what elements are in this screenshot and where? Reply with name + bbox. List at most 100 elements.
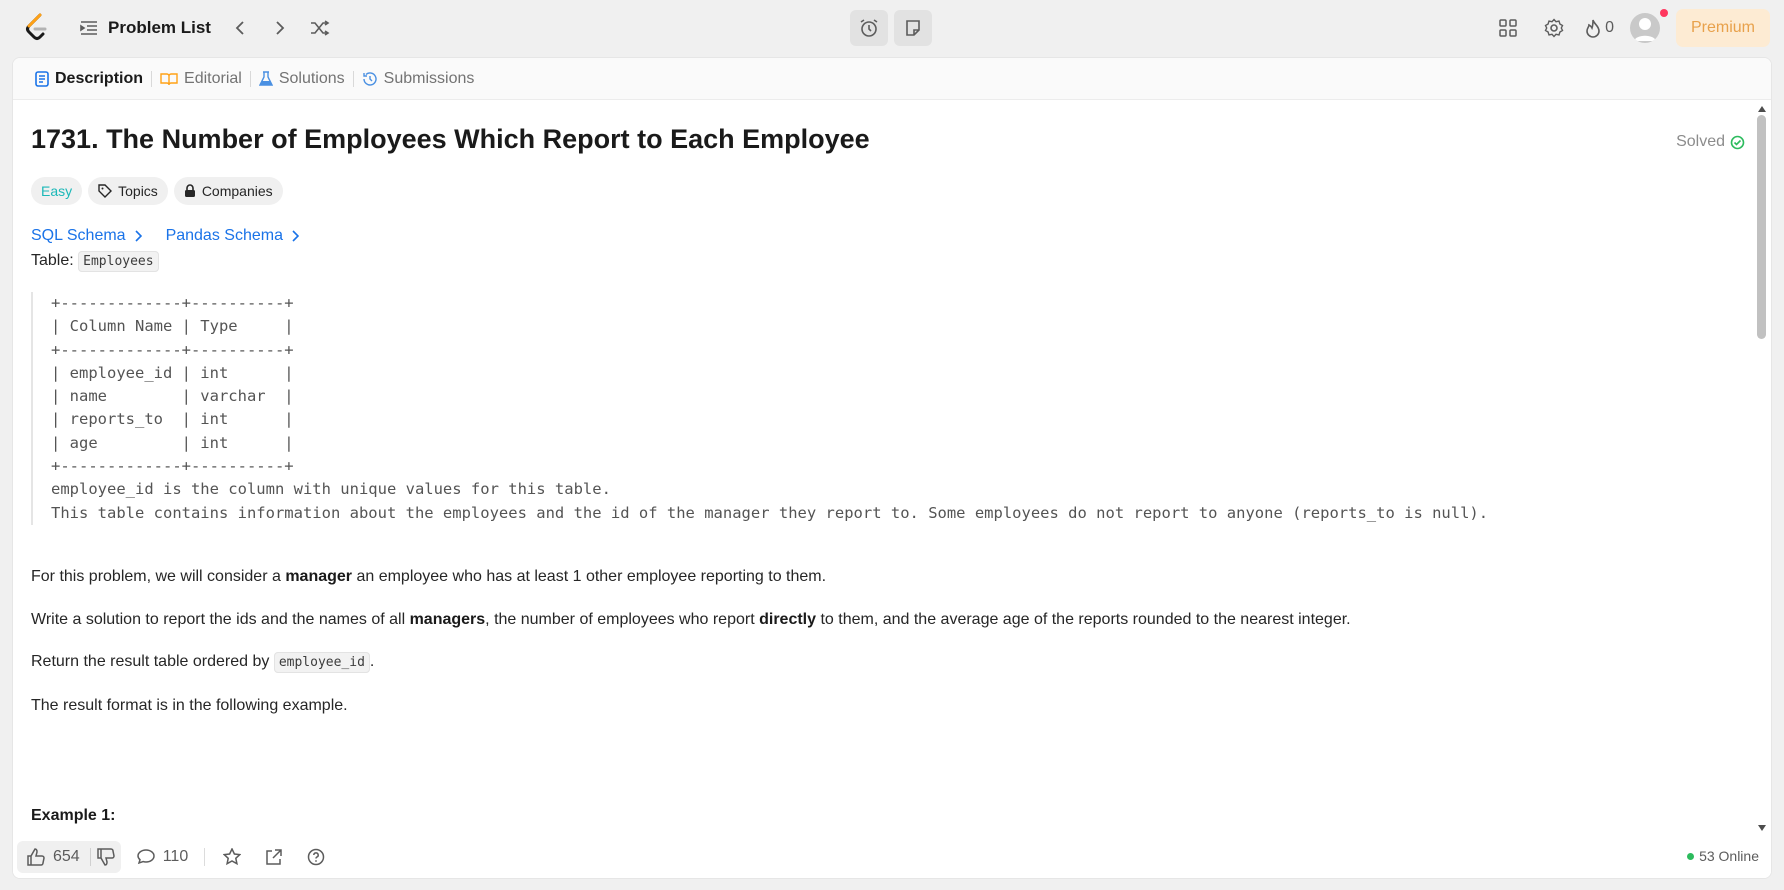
help-button[interactable] (301, 842, 331, 872)
tab-solutions-label: Solutions (278, 69, 345, 87)
book-icon (160, 72, 178, 85)
example-heading: Example 1: (31, 807, 116, 824)
next-problem-button[interactable] (265, 14, 295, 42)
avatar[interactable] (1629, 13, 1660, 43)
tab-editorial[interactable]: Editorial (152, 70, 250, 88)
p2-bold-directly: directly (759, 611, 817, 628)
comments-button[interactable]: 110 (136, 847, 189, 866)
bottom-divider (204, 847, 206, 866)
paragraph-format: The result format is in the following ex… (31, 697, 348, 714)
tab-editorial-label: Editorial (184, 69, 242, 87)
nav-left: Problem List (76, 14, 335, 42)
paragraph-task: Write a solution to report the ids and t… (31, 611, 1351, 629)
schema-links: SQL Schema Pandas Schema (31, 227, 299, 245)
tab-description-label: Description (55, 69, 144, 87)
shuffle-icon (310, 20, 330, 36)
sql-schema-link[interactable]: SQL Schema (31, 227, 142, 245)
note-icon (906, 20, 920, 36)
p2-text-e: to them, and the average age of the repo… (816, 611, 1351, 628)
avatar-wrapper[interactable] (1629, 9, 1668, 43)
p2-text-a: Write a solution to report the ids and t… (31, 611, 410, 628)
nav-right: 0 Premium (1493, 9, 1770, 47)
chevron-right-icon (134, 230, 142, 242)
premium-button[interactable]: Premium (1675, 9, 1770, 47)
scroll-up-arrow-icon[interactable] (1758, 106, 1766, 112)
p3-code: employee_id (273, 652, 370, 673)
share-button[interactable] (259, 842, 289, 872)
problem-list-button[interactable]: Problem List (76, 14, 215, 42)
timer-button[interactable] (850, 10, 888, 46)
top-navbar: Problem List 0 Premium (0, 0, 1784, 56)
prev-problem-button[interactable] (225, 14, 255, 42)
thumbs-up-icon (27, 847, 45, 866)
star-icon (223, 847, 242, 865)
external-link-icon (266, 848, 282, 865)
like-count: 654 (53, 847, 80, 865)
topics-tag[interactable]: Topics (88, 177, 168, 205)
alarm-clock-icon (860, 19, 878, 37)
tab-submissions[interactable]: Submissions (354, 70, 483, 88)
tab-solutions[interactable]: Solutions (251, 70, 353, 88)
streak-count: 0 (1605, 19, 1614, 36)
tag-icon (98, 184, 113, 198)
settings-button[interactable] (1539, 14, 1569, 42)
problem-tags: Easy Topics Companies (31, 177, 283, 205)
chevron-left-icon (235, 21, 244, 35)
favorite-button[interactable] (217, 842, 247, 872)
p2-text-c: , the number of employees who report (485, 611, 760, 628)
pandas-schema-link[interactable]: Pandas Schema (166, 227, 299, 245)
gear-icon (1544, 18, 1564, 38)
upvote-button[interactable]: 654 (17, 841, 90, 873)
streak-counter[interactable]: 0 (1585, 18, 1614, 38)
solved-label: Solved (1676, 133, 1725, 150)
companies-label: Companies (201, 183, 273, 199)
table-prefix: Table: (31, 252, 79, 269)
online-indicator: 53 Online (1687, 848, 1759, 864)
leetcode-logo-icon[interactable] (24, 13, 50, 43)
online-dot-icon (1687, 852, 1695, 860)
document-icon (35, 70, 49, 87)
pandas-schema-label: Pandas Schema (165, 227, 283, 244)
downvote-button[interactable] (91, 841, 121, 873)
notes-button[interactable] (894, 10, 932, 46)
online-count: 53 Online (1699, 848, 1759, 864)
problem-title[interactable]: 1731. The Number of Employees Which Repo… (31, 124, 870, 155)
bottom-action-bar: 654 110 53 Online (13, 835, 1771, 878)
comment-count: 110 (162, 847, 189, 865)
p3-text-a: Return the result table ordered by (31, 653, 274, 670)
random-problem-button[interactable] (305, 14, 335, 42)
topics-label: Topics (118, 183, 158, 199)
companies-tag[interactable]: Companies (173, 177, 283, 205)
problem-list-label: Problem List (108, 18, 211, 37)
p1-bold: manager (285, 568, 353, 585)
tab-description[interactable]: Description (27, 70, 151, 88)
chevron-right-icon (276, 21, 285, 35)
grid-icon (1499, 19, 1517, 37)
question-circle-icon (307, 848, 325, 865)
chevron-right-icon (292, 230, 299, 242)
flask-icon (258, 70, 273, 86)
paragraph-ordering: Return the result table ordered by emplo… (31, 652, 375, 673)
p1-text-c: an employee who has at least 1 other emp… (352, 568, 827, 585)
sql-schema-label: SQL Schema (31, 227, 126, 244)
fire-icon (1586, 19, 1600, 38)
p1-text-a: For this problem, we will consider a (31, 568, 286, 585)
paragraph-manager-definition: For this problem, we will consider a man… (31, 568, 826, 586)
scrollbar[interactable] (1753, 100, 1771, 837)
thumbs-down-icon (96, 847, 115, 866)
problem-content: 1731. The Number of Employees Which Repo… (13, 100, 1755, 837)
solved-status: Solved (1676, 133, 1745, 151)
scroll-down-arrow-icon[interactable] (1758, 825, 1766, 831)
difficulty-badge: Easy (31, 177, 83, 205)
scrollbar-thumb[interactable] (1757, 115, 1766, 339)
schema-code-block[interactable]: +-------------+----------+ | Column Name… (31, 292, 1488, 525)
apps-button[interactable] (1493, 14, 1523, 42)
comment-icon (136, 848, 155, 864)
vote-group: 654 (17, 840, 121, 873)
tab-submissions-label: Submissions (383, 69, 475, 87)
p3-text-c: . (369, 653, 375, 670)
lock-icon (184, 184, 195, 197)
description-panel: Description Editorial Solutions Submissi… (12, 57, 1772, 879)
check-circle-icon (1730, 135, 1745, 149)
table-name: Employees (78, 251, 159, 272)
